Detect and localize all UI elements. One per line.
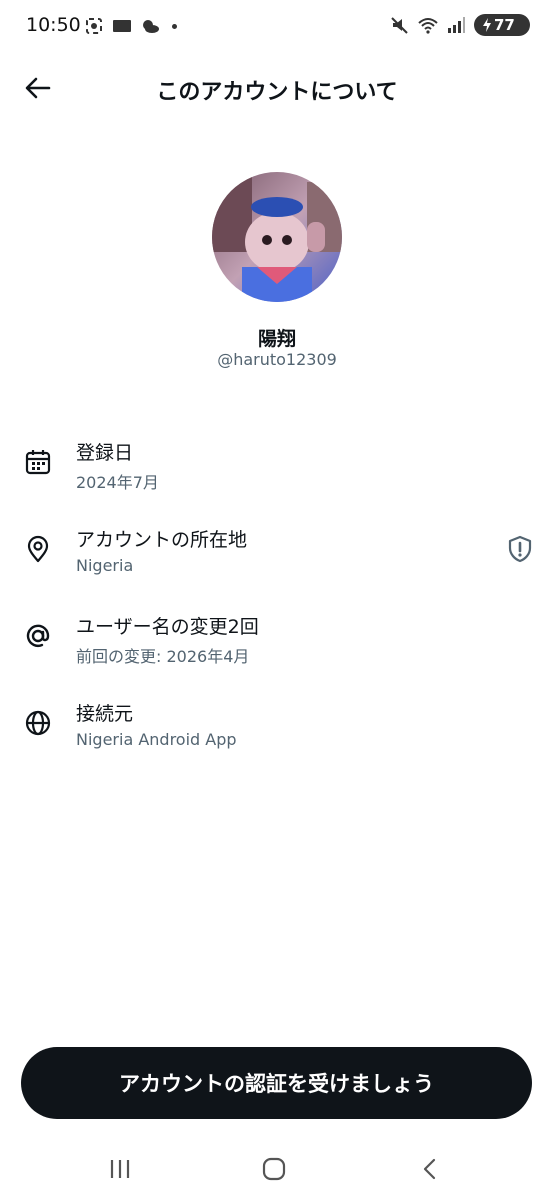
back-icon [423,1158,436,1180]
wifi-icon [418,18,438,34]
home-icon [262,1157,286,1181]
info-username-changes: ユーザー名の変更2回 前回の変更: 2026年4月 [0,606,554,693]
signal-icon [448,17,465,33]
info-joined: 登録日 2024年7月 [0,432,554,519]
recent-apps-icon [110,1160,130,1178]
status-left-icons [84,16,177,36]
recent-apps-button[interactable] [102,1154,138,1184]
info-value: Nigeria Android App [76,730,237,749]
get-verified-button[interactable]: アカウントの認証を受けましょう [21,1047,532,1119]
display-name: 陽翔 [257,328,296,350]
battery-icon: 77 [474,14,530,36]
status-time: 10:50 [26,14,81,36]
status-right-icons: 77 [390,14,530,36]
battery-level: 77 [494,16,515,34]
charging-bolt-icon [483,18,491,32]
location-pin-icon [27,535,49,563]
info-connected-via: 接続元 Nigeria Android App [0,693,554,780]
screenshot-icon [86,18,102,34]
info-value: 2024年7月 [76,473,159,492]
mute-icon [391,17,408,34]
shield-exclamation-icon[interactable] [506,535,534,563]
avatar[interactable] [212,172,342,302]
page-title: このアカウントについて [156,80,398,105]
account-info-list: 登録日 2024年7月 アカウントの所在地 Nigeria ユーザー名の変更2回… [0,432,554,780]
avatar-image [212,172,342,302]
calendar-icon [25,450,51,475]
system-back-button[interactable] [412,1154,448,1184]
system-nav-bar [0,1140,554,1200]
info-title: 登録日 [76,442,134,464]
info-title: ユーザー名の変更2回 [76,616,259,638]
app-badge-icon [113,20,131,32]
info-title: 接続元 [76,703,134,725]
info-title: アカウントの所在地 [76,529,248,551]
handle: @haruto12309 [217,350,337,369]
header: このアカウントについて [0,60,554,116]
at-sign-icon [26,624,50,647]
notification-dot [172,23,177,29]
info-value: Nigeria [76,556,134,575]
home-button[interactable] [256,1154,292,1184]
weather-cloud-icon [143,20,159,33]
status-bar: 10:50 77 [0,0,554,54]
globe-icon [25,710,51,736]
info-location: アカウントの所在地 Nigeria [0,519,554,606]
info-value: 前回の変更: 2026年4月 [76,647,250,666]
